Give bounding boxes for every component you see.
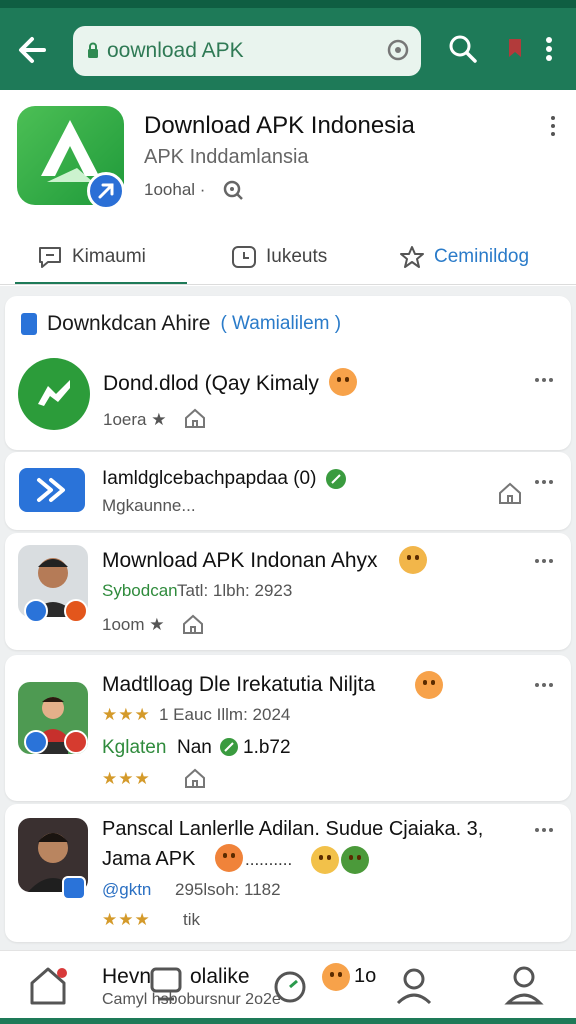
- home-small-icon: [183, 614, 203, 634]
- star-outline-icon: [400, 246, 424, 268]
- back-arrow-icon[interactable]: [14, 34, 50, 66]
- emoji-icon: [399, 546, 427, 574]
- system-nav-bar: [0, 1018, 576, 1024]
- lock-icon: [88, 42, 98, 58]
- row-meta: 1oera ★: [103, 410, 167, 429]
- bottom-label: Hevn: [102, 965, 152, 988]
- app-title: Download APK Indonesia: [144, 112, 415, 139]
- section-card: Downkdcan Ahire ( Wamialilem ) Dond.dlod…: [5, 296, 571, 450]
- clock-icon: [232, 246, 256, 268]
- reload-icon[interactable]: [385, 37, 411, 63]
- rating-stars: ★★★: [102, 910, 151, 929]
- timer-icon[interactable]: [270, 963, 310, 1007]
- section-link[interactable]: ( Wamialilem ): [220, 313, 341, 335]
- row-overflow-icon[interactable]: [535, 828, 553, 832]
- row-date: Tatl: 1lbh: 2923: [177, 581, 293, 600]
- row-title[interactable]: Dond.dlod (Qay Kimaly: [103, 372, 319, 396]
- tab-label: Ceminildog: [434, 246, 530, 267]
- status-bar: [0, 0, 576, 8]
- app-overflow-icon[interactable]: [549, 116, 557, 140]
- tab-iukeuts[interactable]: Iukeuts: [230, 242, 327, 272]
- app-logo: [17, 106, 125, 210]
- rating-stars: ★★★: [102, 705, 151, 724]
- row-version: 1.b72: [243, 737, 291, 758]
- chat-badge-icon: [62, 876, 86, 900]
- section-title: Downkdcan Ahire: [47, 312, 211, 335]
- smiley-emoji-icon: [329, 368, 357, 396]
- bottom-caption: Camyl hsbobursnur 2o2e: [102, 991, 281, 1008]
- url-bar[interactable]: oownload APK: [73, 26, 421, 76]
- row-overflow-icon[interactable]: [535, 378, 553, 382]
- section-header: Downkdcan Ahire ( Wamialilem ): [21, 312, 341, 336]
- emoji-icon: [215, 844, 243, 872]
- row-title: Iamldglcebachpapdaa (0): [102, 468, 317, 489]
- app-icon-share: [19, 468, 85, 512]
- bottom-navigation: Hevn olalike Camyl hsbobursnur 2o2e 1o: [0, 950, 576, 1024]
- profile-icon[interactable]: [502, 963, 546, 1007]
- row-publisher: Kglaten: [102, 737, 167, 758]
- section-icon: [21, 313, 37, 335]
- share-badge-icon: [24, 599, 48, 623]
- tab-label: Kimaumi: [72, 246, 146, 267]
- bottom-count: 1o: [354, 965, 377, 987]
- search-small-icon: [223, 180, 243, 200]
- play-badge-icon: [64, 599, 88, 623]
- emoji-icon: [311, 846, 339, 874]
- home-small-icon: [185, 768, 205, 788]
- leaf-icon: [220, 738, 238, 756]
- row-ellipsis: ..........: [245, 850, 293, 869]
- row-overflow-icon[interactable]: [535, 683, 553, 687]
- row-overflow-icon[interactable]: [535, 559, 553, 563]
- row-meta: Mgkaunne...: [102, 496, 196, 515]
- leaf-icon: [326, 469, 346, 489]
- app-subtitle: APK Inddamlansia: [144, 146, 309, 168]
- smiley-emoji-icon: [415, 671, 443, 699]
- tab-label: Iukeuts: [266, 246, 328, 267]
- chat-icon: [39, 247, 61, 268]
- tab-kimaumi[interactable]: Kimaumi: [36, 242, 146, 272]
- row-overflow-icon[interactable]: [535, 480, 553, 484]
- row-title: Mownload APK Indonan Ahyx: [102, 549, 378, 572]
- row-title-line2: Jama APK: [102, 848, 196, 870]
- row-title: Panscal Lanlerlle Adilan. Sudue Cjaiaka.…: [102, 818, 484, 840]
- row-extra: Nan: [177, 737, 212, 758]
- search-icon[interactable]: [446, 32, 480, 66]
- tab-ceminildog[interactable]: Ceminildog: [398, 242, 529, 272]
- app-icon-phone: [18, 358, 90, 430]
- row-extra: tik: [183, 910, 200, 929]
- row-handle: @gktn: [102, 880, 152, 899]
- account-circle-icon[interactable]: [392, 963, 436, 1007]
- home-small-icon: [185, 408, 205, 428]
- smiley-emoji-icon: [322, 963, 350, 991]
- browser-toolbar: oownload APK: [0, 0, 576, 90]
- list-item[interactable]: Madtlloag Dle Irekatutia Niljta ★★★ 1 Ea…: [5, 655, 571, 801]
- emoji-icon: [341, 846, 369, 874]
- app-meta: 1oohal ·: [144, 180, 206, 199]
- bottom-label-2: olalike: [190, 965, 250, 988]
- divider: [0, 284, 576, 285]
- home-small-icon: [499, 482, 521, 504]
- tab-bar: Kimaumi Iukeuts Ceminildog: [0, 234, 576, 285]
- row-date: 295lsoh: 1182: [175, 880, 281, 899]
- bookmark-icon[interactable]: [498, 32, 532, 66]
- rating-stars: ★★★: [102, 769, 151, 788]
- list-item[interactable]: Mownload APK Indonan Ahyx Sybodcan Tatl:…: [5, 533, 571, 650]
- row-publisher: Sybodcan: [102, 581, 178, 600]
- home-icon[interactable]: [26, 963, 70, 1007]
- share-badge-icon: [24, 730, 48, 754]
- row-meta: 1oom ★: [102, 615, 165, 634]
- update-badge-icon: [87, 172, 125, 210]
- row-title: Madtlloag Dle Irekatutia Niljta: [102, 673, 376, 696]
- list-item[interactable]: Panscal Lanlerlle Adilan. Sudue Cjaiaka.…: [5, 804, 571, 942]
- play-badge-icon: [64, 730, 88, 754]
- list-item[interactable]: Iamldglcebachpapdaa (0) Mgkaunne...: [5, 452, 571, 530]
- url-text: oownload APK: [107, 39, 244, 62]
- overflow-menu-icon[interactable]: [532, 32, 566, 66]
- row-date: 1 Eauc Illm: 2024: [159, 705, 291, 724]
